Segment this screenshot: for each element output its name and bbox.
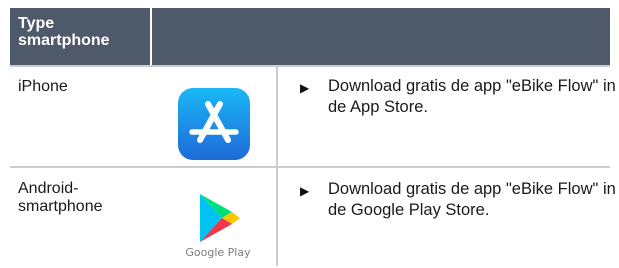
app-store-icon [178, 88, 250, 160]
row-instruction-iphone: Download gratis de app "eBike Flow" in d… [328, 77, 616, 116]
table-header: Type smartphone [10, 8, 610, 65]
google-play-label: Google Play [185, 246, 251, 259]
row-type-iphone: iPhone [18, 78, 68, 95]
google-play-glyph [200, 194, 240, 242]
bullet-arrow-icon: ▶ [300, 184, 310, 198]
google-play-icon: Google Play [178, 188, 258, 266]
app-store-glyph [189, 101, 239, 143]
row-instruction-android: Download gratis de app "eBike Flow" in d… [328, 180, 616, 219]
row-divider-middle [10, 166, 610, 168]
smartphone-app-table: Type smartphone iPhone ▶ Download gratis… [10, 8, 616, 266]
column-divider [276, 65, 278, 266]
header-type-smartphone: Type smartphone [18, 15, 110, 49]
header-divider [150, 8, 152, 65]
row-divider-top [10, 65, 610, 67]
bullet-arrow-icon: ▶ [300, 81, 310, 95]
row-type-android: Android-smartphone [18, 180, 103, 215]
